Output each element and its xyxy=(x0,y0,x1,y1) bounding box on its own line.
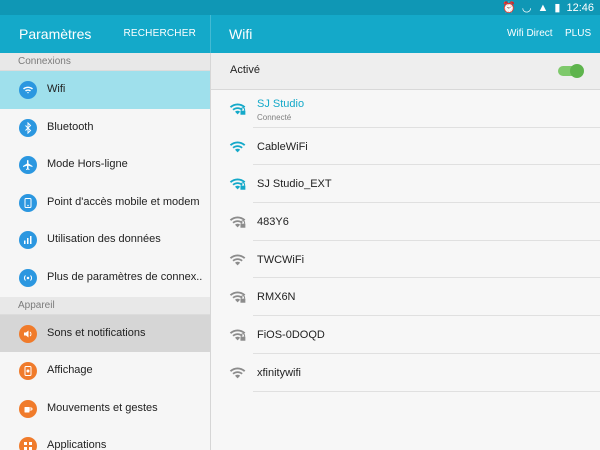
app-bar: Paramètres RECHERCHER Wifi Wifi Direct P… xyxy=(0,15,600,53)
alarm-icon: ⏰ xyxy=(502,2,516,14)
network-row[interactable]: SJ Studio_EXT xyxy=(211,165,600,204)
wifi-panel: Activé SJ Studio Connecté CableWiFi SJ Stud… xyxy=(211,53,600,450)
network-name: SJ Studio_EXT xyxy=(257,178,332,191)
more-button[interactable]: PLUS xyxy=(565,28,591,39)
network-row[interactable]: RMX6N xyxy=(211,278,600,317)
network-status: Connecté xyxy=(257,113,292,122)
signal-icon: ▲ xyxy=(537,1,549,14)
settings-sidebar: Connexions Wifi Bluetooth Mode Hors-lign… xyxy=(0,53,211,450)
sound-icon xyxy=(19,324,37,343)
sidebar-item-airplane-mode[interactable]: Mode Hors-ligne xyxy=(0,146,210,184)
motion-icon xyxy=(19,399,37,418)
wifi-icon xyxy=(19,81,37,99)
network-row[interactable]: SJ Studio Connecté xyxy=(211,90,600,128)
network-list: SJ Studio Connecté CableWiFi SJ Studio_EXT 4… xyxy=(211,90,600,392)
network-row[interactable]: 483Y6 xyxy=(211,203,600,241)
sidebar-item-label: Utilisation des données xyxy=(47,233,161,246)
wifi-lock-icon xyxy=(229,290,247,304)
wifi-toggle[interactable] xyxy=(558,64,584,78)
sidebar-item-applications[interactable]: Applications xyxy=(0,427,210,450)
network-row[interactable]: FiOS-0DOQD xyxy=(211,316,600,354)
section-header-connections: Connexions xyxy=(0,53,210,71)
sidebar-item-display[interactable]: Affichage xyxy=(0,352,210,390)
wifi-lock-icon xyxy=(229,215,247,229)
network-name: xfinitywifi xyxy=(257,366,302,379)
wifi-direct-button[interactable]: Wifi Direct xyxy=(507,28,553,39)
apps-icon xyxy=(19,437,37,450)
sidebar-item-motion[interactable]: Mouvements et gestes xyxy=(0,390,210,428)
divider xyxy=(253,390,600,392)
sidebar-item-label: Bluetooth xyxy=(47,120,94,133)
detail-title: Wifi xyxy=(229,26,253,42)
network-row[interactable]: TWCWiFi xyxy=(211,241,600,279)
network-row[interactable]: CableWiFi xyxy=(211,128,600,166)
network-name: TWCWiFi xyxy=(257,253,305,266)
wifi-status-icon: ◡ xyxy=(521,2,532,14)
sidebar-item-wifi[interactable]: Wifi xyxy=(0,71,210,109)
settings-header: Paramètres RECHERCHER xyxy=(0,15,211,53)
sidebar-item-label: Affichage xyxy=(47,364,93,377)
network-name: RMX6N xyxy=(257,291,296,304)
network-row[interactable]: xfinitywifi xyxy=(211,354,600,392)
search-button[interactable]: RECHERCHER xyxy=(123,28,196,39)
status-icons: ⏰ ◡ ▲ ▮ 12:46 xyxy=(502,1,594,15)
toggle-knob xyxy=(570,64,584,78)
sidebar-item-label: Mouvements et gestes xyxy=(47,401,158,414)
wifi-lock-icon xyxy=(229,177,247,191)
data-usage-icon xyxy=(19,231,37,250)
sidebar-item-hotspot[interactable]: Point d'accès mobile et modem xyxy=(0,184,210,222)
airplane-icon xyxy=(19,156,37,175)
sidebar-item-label: Sons et notifications xyxy=(47,326,146,339)
wifi-lock-icon xyxy=(229,328,247,342)
wifi-icon xyxy=(229,140,247,154)
wifi-toggle-row[interactable]: Activé xyxy=(211,53,600,90)
status-time: 12:46 xyxy=(566,1,594,14)
network-name: 483Y6 xyxy=(257,216,289,229)
wifi-lock-icon xyxy=(229,102,247,116)
battery-icon: ▮ xyxy=(554,2,561,14)
more-connections-icon xyxy=(19,268,37,287)
sidebar-item-label: Applications xyxy=(47,439,107,450)
status-bar: ⏰ ◡ ▲ ▮ 12:46 xyxy=(0,0,600,15)
sidebar-item-label: Plus de paramètres de connex.. xyxy=(47,270,203,283)
sidebar-item-sounds[interactable]: Sons et notifications xyxy=(0,314,210,353)
sidebar-item-more-connections[interactable]: Plus de paramètres de connex.. xyxy=(0,259,210,297)
display-icon xyxy=(19,362,37,381)
wifi-toggle-label: Activé xyxy=(230,64,260,76)
network-name: FiOS-0DOQD xyxy=(257,329,325,342)
hotspot-icon xyxy=(19,193,37,212)
sidebar-item-label: Mode Hors-ligne xyxy=(47,158,128,171)
wifi-icon xyxy=(229,253,247,267)
sidebar-item-label: Point d'accès mobile et modem xyxy=(47,195,200,208)
bluetooth-icon xyxy=(19,118,37,137)
sidebar-item-label: Wifi xyxy=(47,83,66,95)
page-title: Paramètres xyxy=(19,26,92,42)
network-name: SJ Studio xyxy=(257,98,305,110)
sidebar-item-bluetooth[interactable]: Bluetooth xyxy=(0,109,210,147)
sidebar-item-data-usage[interactable]: Utilisation des données xyxy=(0,221,210,259)
wifi-icon xyxy=(229,366,247,380)
section-header-device: Appareil xyxy=(0,296,210,315)
network-name: CableWiFi xyxy=(257,140,308,153)
